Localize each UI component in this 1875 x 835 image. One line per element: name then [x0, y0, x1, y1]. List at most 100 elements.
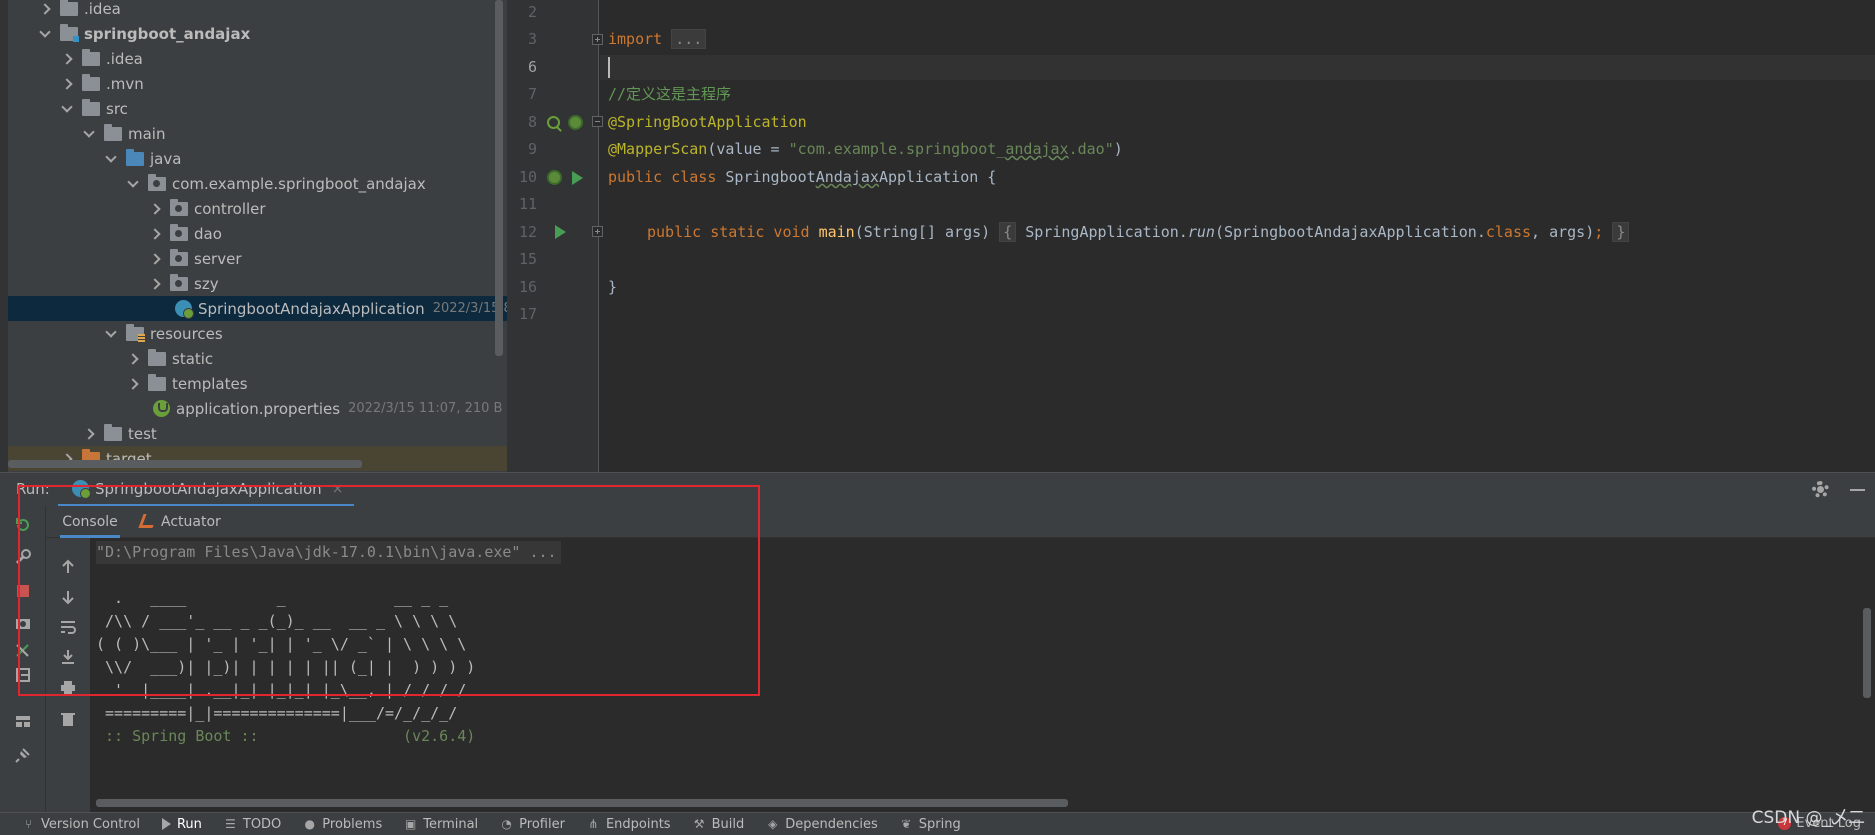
camera-icon[interactable]: [14, 614, 32, 632]
tree-item-mvn[interactable]: .mvn: [8, 71, 507, 96]
folded-brace[interactable]: }: [1612, 222, 1630, 242]
chevron-down-icon[interactable]: [104, 152, 118, 166]
tab-actuator[interactable]: Actuator: [138, 506, 221, 538]
tree-item-idea-root[interactable]: .idea: [8, 0, 507, 21]
pin-icon[interactable]: [14, 746, 32, 764]
module-folder-icon: [60, 23, 79, 42]
wrench-icon[interactable]: [14, 548, 32, 566]
chevron-right-icon[interactable]: [60, 77, 74, 91]
soft-wrap-icon[interactable]: [59, 618, 77, 636]
fold-expand-icon[interactable]: [592, 34, 603, 45]
tree-item-label: application.properties: [176, 399, 341, 418]
folded-imports[interactable]: ...: [671, 29, 707, 49]
code-editor[interactable]: 2 3 6 7 8 9 10 11 12 15 16 17 import ...…: [507, 0, 1875, 472]
rerun-icon[interactable]: [14, 516, 32, 534]
code-line-import[interactable]: import ...: [608, 27, 707, 52]
endpoints-icon: ⋔: [588, 817, 599, 831]
tree-item-java[interactable]: java: [8, 146, 507, 171]
tree-item-templates[interactable]: templates: [8, 371, 507, 396]
chevron-down-icon[interactable]: [60, 102, 74, 116]
layout-icon[interactable]: [14, 712, 32, 730]
tree-item-package[interactable]: com.example.springboot_andajax: [8, 171, 507, 196]
scroll-to-end-icon[interactable]: [59, 648, 77, 666]
print-icon[interactable]: [59, 678, 77, 696]
spring-bean-icon[interactable]: [547, 170, 562, 185]
dependencies-icon: ◈: [768, 817, 778, 831]
chevron-right-icon[interactable]: [126, 352, 140, 366]
tree-vertical-scrollbar[interactable]: [495, 0, 503, 356]
toolbar-version-control[interactable]: ⑂ Version Control: [22, 817, 140, 832]
toolbar-run[interactable]: Run: [161, 817, 202, 832]
toolbar-build[interactable]: ⚒ Build: [693, 817, 745, 832]
gear-icon[interactable]: [1812, 481, 1829, 498]
run-config-tab[interactable]: SpringbootAndajaxApplication ×: [58, 473, 354, 507]
chevron-down-icon[interactable]: [38, 27, 52, 41]
tree-item-server[interactable]: server: [8, 246, 507, 271]
chevron-right-icon[interactable]: [148, 227, 162, 241]
bean-search-icon[interactable]: [547, 116, 560, 129]
tree-item-controller[interactable]: controller: [8, 196, 507, 221]
trash-icon[interactable]: [59, 710, 77, 728]
toolbar-endpoints[interactable]: ⋔ Endpoints: [587, 817, 670, 832]
close-icon[interactable]: ×: [332, 481, 344, 497]
code-line-comment[interactable]: //定义这是主程序: [608, 82, 731, 107]
arrow-up-icon[interactable]: [59, 558, 77, 576]
code-line-closing-brace[interactable]: }: [608, 275, 617, 300]
tree-item-resources[interactable]: resources: [8, 321, 507, 346]
tree-item-idea[interactable]: .idea: [8, 46, 507, 71]
minimize-icon[interactable]: [1850, 489, 1865, 491]
chevron-down-icon[interactable]: [104, 327, 118, 341]
run-class-icon[interactable]: [572, 171, 583, 185]
toolbar-profiler[interactable]: ◔ Profiler: [500, 817, 565, 832]
tree-item-main[interactable]: main: [8, 121, 507, 146]
chevron-down-icon[interactable]: [126, 177, 140, 191]
tree-item-szy[interactable]: szy: [8, 271, 507, 296]
bottom-tool-bar: ⑂ Version Control Run ☰ TODO ● Problems ▣ Te…: [0, 812, 1875, 835]
folded-brace[interactable]: {: [999, 222, 1017, 242]
chevron-right-icon[interactable]: [126, 377, 140, 391]
console-horizontal-scrollbar[interactable]: [96, 799, 1068, 807]
code-line-annotation[interactable]: @SpringBootApplication: [608, 110, 807, 135]
tree-item-test[interactable]: test: [8, 421, 507, 446]
toolbar-label: Profiler: [519, 816, 565, 832]
chevron-right-icon[interactable]: [82, 427, 96, 441]
fold-collapse-icon[interactable]: [592, 116, 603, 127]
chevron-right-icon[interactable]: [38, 2, 52, 16]
chevron-right-icon[interactable]: [148, 252, 162, 266]
toolbar-spring[interactable]: ❦ Spring: [900, 817, 960, 832]
fold-expand-icon[interactable]: [592, 226, 603, 237]
tree-item-dao[interactable]: dao: [8, 221, 507, 246]
tree-horizontal-scrollbar[interactable]: [8, 460, 362, 468]
tab-console[interactable]: Console: [60, 506, 120, 538]
code-text: ): [1113, 140, 1123, 158]
arrow-down-icon[interactable]: [59, 588, 77, 606]
folder-icon: [60, 0, 78, 16]
tree-item-src[interactable]: src: [8, 96, 507, 121]
spring-bean-icon[interactable]: [568, 115, 583, 130]
run-main-icon[interactable]: [555, 225, 566, 239]
code-line-mapperscan[interactable]: @MapperScan(value = "com.example.springb…: [608, 137, 1123, 162]
resources-folder-icon: [126, 323, 145, 342]
toolbar-todo[interactable]: ☰ TODO: [224, 817, 281, 832]
toolbar-dependencies[interactable]: ◈ Dependencies: [766, 817, 878, 832]
console-line: "D:\Program Files\Java\jdk-17.0.1\bin\ja…: [96, 541, 561, 564]
stop-icon[interactable]: [14, 582, 32, 600]
method-name: main: [818, 223, 855, 241]
code-line-class-decl[interactable]: public class SpringbootAndajaxApplicatio…: [608, 165, 996, 190]
tree-item-springboot-andajax[interactable]: springboot_andajax: [8, 21, 507, 46]
chevron-right-icon[interactable]: [148, 202, 162, 216]
tree-item-application-properties[interactable]: application.properties 2022/3/15 11:07, …: [8, 396, 507, 421]
restore-layout-icon[interactable]: [14, 642, 32, 660]
tree-item-static[interactable]: static: [8, 346, 507, 371]
code-line-main[interactable]: public static void main(String[] args) {…: [647, 220, 1630, 245]
chevron-right-icon[interactable]: [60, 52, 74, 66]
toolbar-problems[interactable]: ● Problems: [303, 817, 383, 832]
code-text: (String[] args): [854, 223, 991, 241]
chevron-down-icon[interactable]: [82, 127, 96, 141]
console-vertical-scrollbar[interactable]: [1863, 608, 1871, 698]
exit-icon[interactable]: [14, 666, 32, 684]
chevron-right-icon[interactable]: [148, 277, 162, 291]
toolbar-terminal[interactable]: ▣ Terminal: [404, 817, 478, 832]
tree-item-application-class[interactable]: SpringbootAndajaxApplication 2022/3/15 8: [8, 296, 507, 321]
console-output[interactable]: "D:\Program Files\Java\jdk-17.0.1\bin\ja…: [90, 538, 1875, 812]
